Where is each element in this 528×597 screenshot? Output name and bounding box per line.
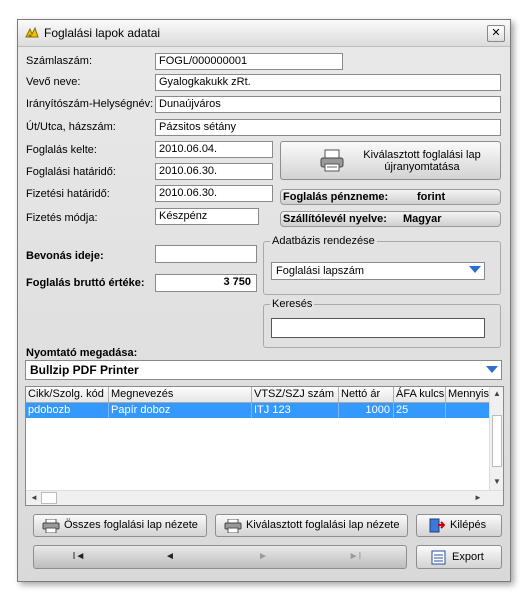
bevonas-ideje-label: Bevonás ideje: xyxy=(26,250,104,262)
szamlaszam-label: Számlaszám: xyxy=(26,55,93,67)
export-button[interactable]: Export xyxy=(416,545,502,569)
printer-value: Bullzip PDF Printer xyxy=(30,363,139,377)
nav-last-button[interactable]: ►I xyxy=(310,549,400,565)
scroll-down-icon[interactable]: ▼ xyxy=(493,477,501,486)
printer-icon xyxy=(42,518,60,536)
fizetesi-hatarido-label: Fizetési határidő: xyxy=(26,188,110,200)
vertical-scroll-thumb[interactable] xyxy=(492,415,502,467)
col-header-code[interactable]: Cikk/Szolg. kód xyxy=(26,387,109,402)
brutto-ertek-field: 3 750 xyxy=(155,274,257,292)
db-sort-group: Adatbázis rendezése Foglalási lapszám xyxy=(263,235,501,295)
fizetes-modja-field[interactable]: Készpénz xyxy=(155,208,259,225)
exit-label: Kilépés xyxy=(450,519,487,531)
reprint-button[interactable]: Kiválasztott foglalási lap újranyomtatás… xyxy=(280,141,501,180)
currency-label: Foglalás pénzneme: xyxy=(283,191,389,203)
cell-vtsz: ITJ 123 xyxy=(252,403,339,418)
foglalasi-hatarido-label: Foglalási határidő: xyxy=(26,166,116,178)
search-input[interactable] xyxy=(271,318,485,338)
exit-icon xyxy=(429,518,446,536)
window-title: Foglalási lapok adatai xyxy=(44,26,161,40)
scroll-left-icon[interactable]: ◄ xyxy=(30,493,38,502)
col-header-qty[interactable]: Mennyis xyxy=(446,387,491,402)
selected-view-button[interactable]: Kiválasztott foglalási lap nézete xyxy=(215,514,408,537)
app-icon xyxy=(24,25,40,41)
col-header-net-price[interactable]: Nettó ár xyxy=(339,387,394,402)
reprint-line1: Kiválasztott foglalási lap xyxy=(363,149,481,161)
utca-field[interactable]: Pázsitos sétány xyxy=(155,119,501,136)
nav-next-button[interactable]: ► xyxy=(218,549,308,565)
vevo-neve-field[interactable]: Gyalogkakukk zRt. xyxy=(155,74,501,91)
iranyitoszam-label: Irányítószám-Helységnév: xyxy=(26,98,154,110)
fizetesi-hatarido-field[interactable]: 2010.06.30. xyxy=(155,185,273,202)
foglalasi-hatarido-field[interactable]: 2010.06.30. xyxy=(155,163,273,180)
language-label: Szállítólevél nyelve: xyxy=(283,213,387,225)
chevron-down-icon[interactable] xyxy=(486,366,498,373)
vevo-neve-label: Vevő neve: xyxy=(26,76,81,88)
currency-value: forint xyxy=(417,191,446,203)
export-label: Export xyxy=(452,551,484,563)
col-header-vtsz[interactable]: VTSZ/SZJ szám xyxy=(252,387,339,402)
scroll-up-icon[interactable]: ▲ xyxy=(493,389,501,398)
cell-code: pdobozb xyxy=(26,403,109,418)
foglalas-kelte-field[interactable]: 2010.06.04. xyxy=(155,141,273,158)
close-icon[interactable]: ✕ xyxy=(487,25,505,42)
cell-net-price: 1000 xyxy=(339,403,394,418)
table-row[interactable]: pdobozb Papír doboz ITJ 123 1000 25 xyxy=(26,403,496,418)
scroll-right-icon[interactable]: ► xyxy=(474,493,482,502)
items-table[interactable]: Cikk/Szolg. kód Megnevezés VTSZ/SZJ szám… xyxy=(25,386,504,506)
selected-view-label: Kiválasztott foglalási lap nézete xyxy=(246,519,400,531)
main-window: Foglalási lapok adatai ✕ Számlaszám: FOG… xyxy=(17,19,511,582)
table-header: Cikk/Szolg. kód Megnevezés VTSZ/SZJ szám… xyxy=(26,387,496,403)
printer-icon xyxy=(224,518,242,536)
db-sort-legend: Adatbázis rendezése xyxy=(270,235,377,247)
cell-vat: 25 xyxy=(394,403,446,418)
brutto-ertek-label: Foglalás bruttó értéke: xyxy=(26,277,145,289)
export-icon xyxy=(431,550,447,568)
all-view-button[interactable]: Összes foglalási lap nézete xyxy=(33,514,207,537)
search-legend: Keresés xyxy=(270,298,315,310)
all-view-label: Összes foglalási lap nézete xyxy=(64,519,198,531)
nav-prev-button[interactable]: ◄ xyxy=(125,549,215,565)
reprint-line2: újranyomtatása xyxy=(384,161,460,173)
record-navigator: I◄ ◄ ► ►I xyxy=(33,545,407,569)
search-group: Keresés xyxy=(263,298,501,348)
cell-name: Papír doboz xyxy=(109,403,252,418)
col-header-vat[interactable]: ÁFA kulcs xyxy=(394,387,446,402)
iranyitoszam-field[interactable]: Dunaújváros xyxy=(155,96,501,113)
szamlaszam-field[interactable]: FOGL/000000001 xyxy=(155,53,343,70)
bevonas-ideje-field[interactable] xyxy=(155,245,257,263)
language-pill: Szállítólevél nyelve: Magyar xyxy=(280,211,501,227)
vertical-scrollbar[interactable]: ▲ ▼ xyxy=(489,387,503,492)
db-sort-select[interactable]: Foglalási lapszám xyxy=(271,262,485,280)
chevron-down-icon[interactable] xyxy=(469,266,481,273)
foglalas-kelte-label: Foglalás kelte: xyxy=(26,144,97,156)
nav-first-button[interactable]: I◄ xyxy=(34,549,124,565)
title-bar: Foglalási lapok adatai ✕ xyxy=(18,20,510,47)
db-sort-value: Foglalási lapszám xyxy=(276,265,365,277)
fizetes-modja-label: Fizetés módja: xyxy=(26,212,98,224)
currency-pill: Foglalás pénzneme: forint xyxy=(280,189,501,205)
col-header-name[interactable]: Megnevezés xyxy=(109,387,252,402)
horizontal-scrollbar[interactable]: ◄ ► xyxy=(26,490,503,505)
printer-icon xyxy=(319,149,345,176)
printer-select[interactable]: Bullzip PDF Printer xyxy=(25,360,502,380)
utca-label: Út/Utca, házszám: xyxy=(26,121,116,133)
horizontal-scroll-thumb[interactable] xyxy=(41,492,57,504)
exit-button[interactable]: Kilépés xyxy=(416,514,502,537)
language-value: Magyar xyxy=(403,213,442,225)
printer-label: Nyomtató megadása: xyxy=(26,347,138,359)
